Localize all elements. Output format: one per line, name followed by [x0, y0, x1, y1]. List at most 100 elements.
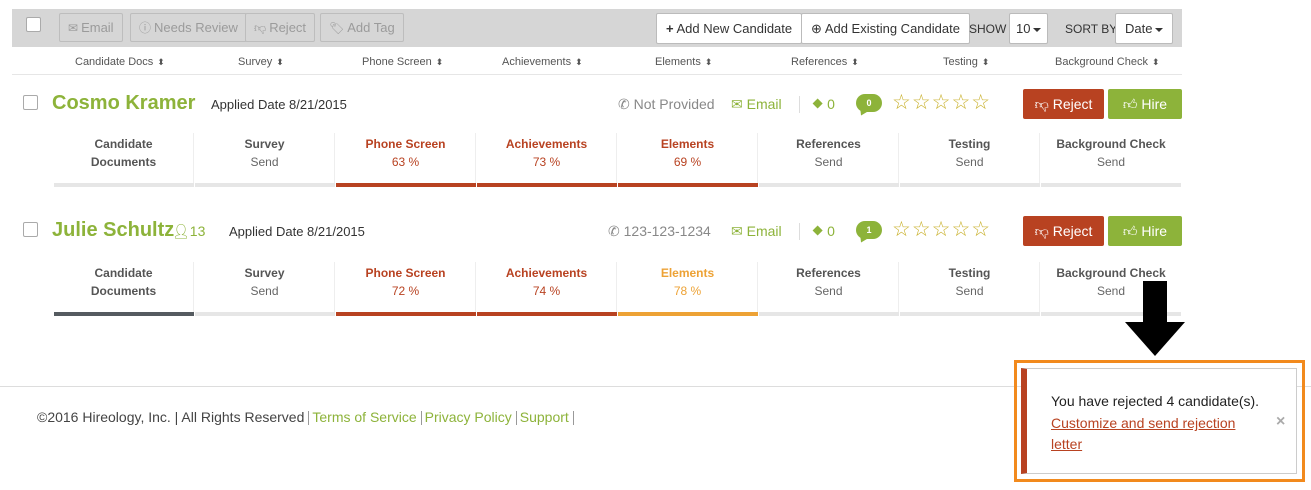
stage-achievements[interactable]: Achievements 74 % — [477, 262, 617, 316]
reject-button[interactable]: 👎︎ Reject — [1023, 89, 1104, 119]
tag-icon: 🏷︎ — [329, 21, 345, 35]
hire-button[interactable]: 👍︎ Hire — [1108, 216, 1182, 246]
sort-column-achievements[interactable]: Achievements ⬍ — [502, 56, 583, 68]
add-tag-button[interactable]: 🏷︎ Add Tag — [320, 13, 404, 42]
stage-elements[interactable]: Elements 69 % — [618, 133, 758, 187]
needs-review-button[interactable]: ⓘ Needs Review — [130, 13, 247, 42]
bulk-action-toolbar: ✉ Email ⓘ Needs Review 👎︎ Reject 🏷︎ Add Tag … — [12, 9, 1182, 47]
stage-references[interactable]: References Send — [759, 262, 899, 316]
applied-date: Applied Date 8/21/2015 — [229, 224, 365, 239]
sort-column-survey[interactable]: Survey ⬍ — [238, 56, 284, 68]
add-existing-candidate-button[interactable]: ⊕ Add Existing Candidate — [801, 13, 970, 44]
caret-down-icon — [1033, 27, 1042, 32]
stage-progress-bar — [195, 312, 335, 316]
sort-by-select[interactable]: Date — [1115, 13, 1174, 44]
sort-column-elements[interactable]: Elements ⬍ — [655, 56, 712, 68]
bulk-reject-button[interactable]: 👎︎ Reject — [245, 13, 316, 42]
stage-phone-screen[interactable]: Phone Screen 63 % — [336, 133, 476, 187]
stage-progress-bar — [618, 312, 758, 316]
toast-message: You have rejected 4 candidate(s). — [1051, 393, 1260, 409]
divider — [420, 411, 422, 426]
reject-button[interactable]: 👎︎ Reject — [1023, 216, 1104, 246]
candidate-checkbox[interactable] — [23, 222, 38, 237]
stage-progress-grid: Candidate Documents Survey Send Phone Sc… — [54, 133, 1182, 187]
stage-candidate-documents[interactable]: Candidate Documents — [54, 262, 194, 316]
rejection-toast: You have rejected 4 candidate(s). Custom… — [1021, 368, 1297, 474]
annotation-arrow-shaft — [1143, 281, 1167, 323]
stage-survey[interactable]: Survey Send — [195, 133, 335, 187]
stage-testing[interactable]: Testing Send — [900, 133, 1040, 187]
show-label: SHOW — [969, 22, 1007, 36]
envelope-icon: ✉ — [731, 96, 743, 112]
stage-elements[interactable]: Elements 78 % — [618, 262, 758, 316]
stage-progress-bar — [195, 183, 335, 187]
sort-icon: ⬍ — [1151, 57, 1160, 67]
sort-icon: ⬍ — [575, 57, 583, 67]
stage-background-check[interactable]: Background Check Send — [1041, 133, 1181, 187]
sort-icon: ⬍ — [981, 57, 990, 67]
candidate-phone: ✆ 123-123-1234 — [608, 223, 711, 239]
stage-progress-bar — [900, 312, 1040, 316]
rating-stars[interactable]: ☆☆☆☆☆ — [892, 90, 991, 115]
sort-column-phone-screen[interactable]: Phone Screen ⬍ — [362, 56, 443, 68]
referrals-count[interactable]: 👤︎13 — [172, 223, 205, 240]
show-count-select[interactable]: 10 — [1009, 13, 1049, 44]
caret-down-icon — [1155, 27, 1164, 32]
info-icon: ⓘ — [139, 21, 152, 35]
candidate-checkbox[interactable] — [23, 95, 38, 110]
comments-bubble-icon[interactable]: 1 — [856, 221, 882, 239]
stage-progress-bar — [336, 312, 476, 316]
thumbs-up-icon: 👍︎ — [1122, 223, 1138, 239]
envelope-icon: ✉ — [731, 223, 743, 239]
stage-progress-bar — [336, 183, 476, 187]
candidate-name[interactable]: Julie Schultz — [52, 219, 174, 242]
stage-progress-bar — [477, 312, 617, 316]
customize-rejection-letter-link[interactable]: Customize and send rejection letter — [1051, 413, 1261, 455]
stage-progress-bar — [1041, 183, 1181, 187]
divider — [515, 411, 517, 426]
candidate-name[interactable]: Cosmo Kramer — [52, 92, 195, 115]
sort-column-references[interactable]: References ⬍ — [791, 56, 859, 68]
stage-testing[interactable]: Testing Send — [900, 262, 1040, 316]
stage-progress-bar — [54, 183, 194, 187]
support-link[interactable]: Support — [520, 409, 569, 425]
select-all-checkbox[interactable] — [26, 17, 41, 32]
sort-header-row: Candidate Docs ⬍ Survey ⬍ Phone Screen ⬍ Ac… — [12, 51, 1182, 75]
candidate-phone: ✆ Not Provided — [618, 96, 715, 112]
sort-column-background-check[interactable]: Background Check ⬍ — [1055, 56, 1160, 68]
stage-progress-bar — [54, 312, 194, 316]
email-candidate-link[interactable]: ✉ Email — [731, 96, 782, 113]
bulk-email-button[interactable]: ✉ Email — [59, 13, 123, 42]
copyright-text: ©2016 Hireology, Inc. | All Rights Reser… — [37, 409, 305, 425]
hire-button[interactable]: 👍︎ Hire — [1108, 89, 1182, 119]
terms-of-service-link[interactable]: Terms of Service — [312, 409, 416, 425]
sort-column-testing[interactable]: Testing ⬍ — [943, 56, 989, 68]
stage-progress-grid: Candidate Documents Survey Send Phone Sc… — [54, 262, 1182, 316]
stage-survey[interactable]: Survey Send — [195, 262, 335, 316]
divider — [799, 223, 800, 240]
tags-count[interactable]: ⯁ 0 — [812, 223, 835, 240]
sort-icon: ⬍ — [435, 57, 444, 67]
stage-phone-screen[interactable]: Phone Screen 72 % — [336, 262, 476, 316]
add-new-candidate-button[interactable]: + Add New Candidate — [656, 13, 803, 44]
sort-icon: ⬍ — [851, 57, 859, 67]
comments-bubble-icon[interactable]: 0 — [856, 94, 882, 112]
divider — [308, 411, 310, 426]
privacy-policy-link[interactable]: Privacy Policy — [425, 409, 512, 425]
stage-references[interactable]: References Send — [759, 133, 899, 187]
stage-progress-bar — [618, 183, 758, 187]
stage-progress-bar — [759, 312, 899, 316]
tags-count[interactable]: ⯁ 0 — [812, 96, 835, 113]
email-candidate-link[interactable]: ✉ Email — [731, 223, 782, 240]
sort-column-candidate-docs[interactable]: Candidate Docs ⬍ — [75, 56, 165, 68]
stage-achievements[interactable]: Achievements 73 % — [477, 133, 617, 187]
stage-progress-bar — [759, 183, 899, 187]
close-icon[interactable]: × — [1276, 413, 1285, 431]
rating-stars[interactable]: ☆☆☆☆☆ — [892, 217, 991, 242]
thumbs-down-icon: 👎︎ — [254, 21, 267, 35]
stage-candidate-documents[interactable]: Candidate Documents — [54, 133, 194, 187]
phone-icon: ✆ — [618, 96, 630, 112]
applied-date: Applied Date 8/21/2015 — [211, 97, 347, 112]
tags-icon: ⯁ — [812, 223, 824, 239]
thumbs-down-icon: 👎︎ — [1034, 96, 1049, 112]
